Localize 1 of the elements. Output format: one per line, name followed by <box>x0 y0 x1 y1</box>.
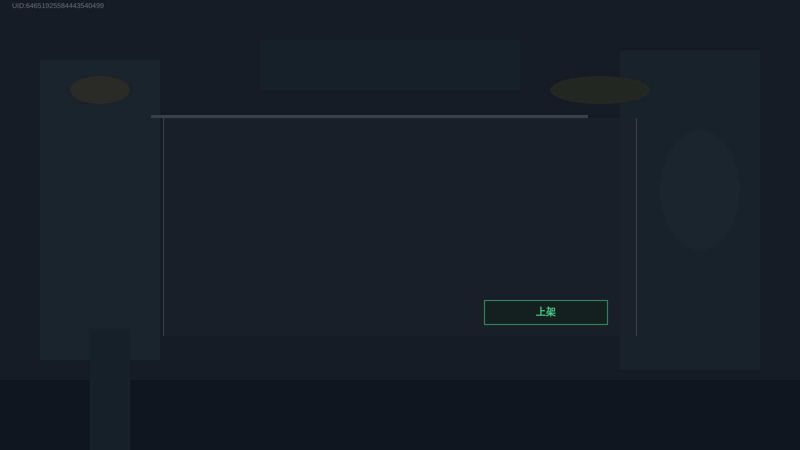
confirm-button[interactable]: 上架 <box>484 300 608 325</box>
